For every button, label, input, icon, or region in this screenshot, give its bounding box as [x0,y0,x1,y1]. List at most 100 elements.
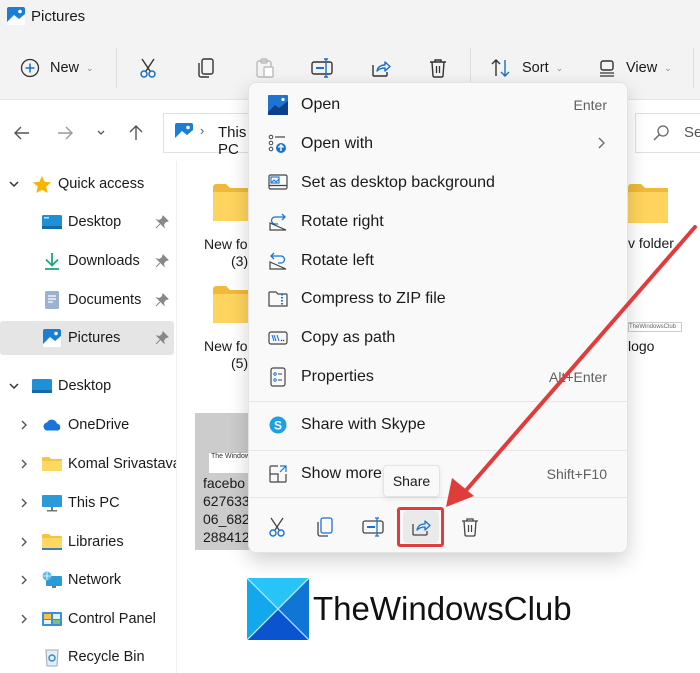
delete-button[interactable] [428,53,448,83]
sidebar-item-quick-access[interactable]: Quick access [0,167,174,201]
search-icon [653,125,669,141]
chevron-right-icon[interactable] [17,496,31,510]
file-item-label[interactable]: New fo (3) [200,236,248,270]
pictures-app-icon [7,7,25,25]
sidebar-item-control-panel[interactable]: Control Panel [0,602,174,636]
chevron-down-icon: ⌄ [664,62,672,73]
folder-icon[interactable] [213,183,249,223]
menu-copy-button[interactable] [307,511,343,543]
this-pc-icon [42,493,62,513]
chevron-right-icon[interactable] [17,457,31,471]
paste-button[interactable] [255,53,275,83]
menu-item-label: Share with Skype [301,416,426,433]
control-panel-icon [42,609,62,629]
folder-icon [42,454,62,474]
toolbar-divider [116,48,117,88]
folder-icon[interactable] [213,285,249,325]
menu-item-open[interactable]: Open Enter [253,87,623,123]
menu-item-compress-zip[interactable]: Compress to ZIP file [253,281,623,317]
sort-button[interactable]: Sort ⌄ [490,53,563,83]
cut-button[interactable] [137,53,159,83]
sidebar-item-libraries[interactable]: Libraries [0,525,174,559]
view-button[interactable]: View ⌄ [598,53,672,83]
new-button[interactable]: New ⌄ [20,53,94,83]
menu-item-label: Open with [301,135,374,152]
view-label: View [626,60,658,76]
menu-item-rotate-right[interactable]: Rotate right [253,204,623,240]
sidebar-item-recycle-bin[interactable]: Recycle Bin [0,640,174,673]
rename-button[interactable] [310,53,334,83]
up-button[interactable] [124,121,148,145]
sidebar-item-desktop-root[interactable]: Desktop [0,369,174,403]
chevron-down-icon[interactable] [7,379,21,393]
menu-item-rotate-left[interactable]: Rotate left [253,243,623,279]
chevron-right-icon[interactable] [17,573,31,587]
view-icon [600,60,614,77]
file-item-label[interactable]: v folder [628,235,700,252]
skype-icon: S [268,415,288,435]
forward-button[interactable] [53,121,77,145]
rename-icon [362,517,384,537]
recent-locations-button[interactable] [89,121,113,145]
file-name-line: 627633 [203,493,250,509]
cut-icon [140,58,156,78]
chevron-right-icon[interactable] [17,535,31,549]
menu-item-copy-as-path[interactable]: Copy as path [253,320,623,356]
desktop-icon [42,212,62,232]
menu-item-set-desktop-background[interactable]: Set as desktop background [253,165,623,201]
show-more-icon [268,464,288,484]
file-item-label[interactable]: New fo (5) [200,338,248,372]
logo-thumbnail[interactable]: TheWindowsClub [628,322,682,332]
arrow-right-icon [58,126,73,140]
sidebar-label: OneDrive [68,417,130,433]
pin-icon[interactable] [155,215,169,229]
rotate-right-icon [268,212,288,232]
pin-icon[interactable] [155,293,169,307]
libraries-icon [42,532,62,552]
onedrive-icon [42,415,62,435]
search-box[interactable]: Search [635,113,700,153]
properties-icon [268,367,288,387]
file-name-line: 288412 [203,529,250,545]
sidebar-item-documents[interactable]: Documents [0,283,174,317]
menu-delete-button[interactable] [452,511,488,543]
chevron-down-icon: ⌄ [555,62,564,73]
sidebar-item-pictures[interactable]: Pictures [0,321,174,355]
sidebar-item-desktop[interactable]: Desktop [0,205,174,239]
sidebar-label: Desktop [58,378,112,394]
menu-item-open-with[interactable]: Open with [253,126,623,162]
sidebar-item-onedrive[interactable]: OneDrive [0,408,174,442]
chevron-right-icon[interactable] [17,418,31,432]
menu-rename-button[interactable] [355,511,391,543]
selected-file-item[interactable]: The Windows facebo 627633 06_682 288412 [195,413,255,550]
copy-button[interactable] [196,53,216,83]
sidebar-label: This PC [68,495,120,511]
folder-icon[interactable] [628,183,668,225]
shortcut-label: Shift+F10 [546,466,607,482]
desktop-icon [32,376,52,396]
chevron-down-icon[interactable] [7,177,21,191]
file-item-label[interactable]: logo [628,338,688,355]
sidebar-item-network[interactable]: Network [0,563,174,597]
back-button[interactable] [10,121,34,145]
pin-icon[interactable] [155,254,169,268]
chevron-right-icon [597,136,605,152]
menu-cut-button[interactable] [259,511,295,543]
sort-icon [491,59,510,77]
rotate-left-icon [268,251,288,271]
sidebar-item-downloads[interactable]: Downloads [0,244,174,278]
title-bar: Pictures [0,0,700,36]
recycle-bin-icon [42,647,62,667]
windows-club-logo-icon [247,578,309,640]
sidebar-item-user-folder[interactable]: Komal Srivastava [0,447,181,481]
menu-item-label: Properties [301,368,374,385]
sidebar-label: Control Panel [68,611,156,627]
pin-icon[interactable] [155,331,169,345]
menu-item-share-with-skype[interactable]: S Share with Skype [253,407,623,443]
delete-icon [430,59,446,78]
share-button[interactable] [370,53,392,83]
menu-item-properties[interactable]: Properties Alt+Enter [253,359,623,395]
chevron-right-icon[interactable] [17,612,31,626]
shortcut-label: Enter [573,97,607,113]
sidebar-item-this-pc[interactable]: This PC [0,486,174,520]
